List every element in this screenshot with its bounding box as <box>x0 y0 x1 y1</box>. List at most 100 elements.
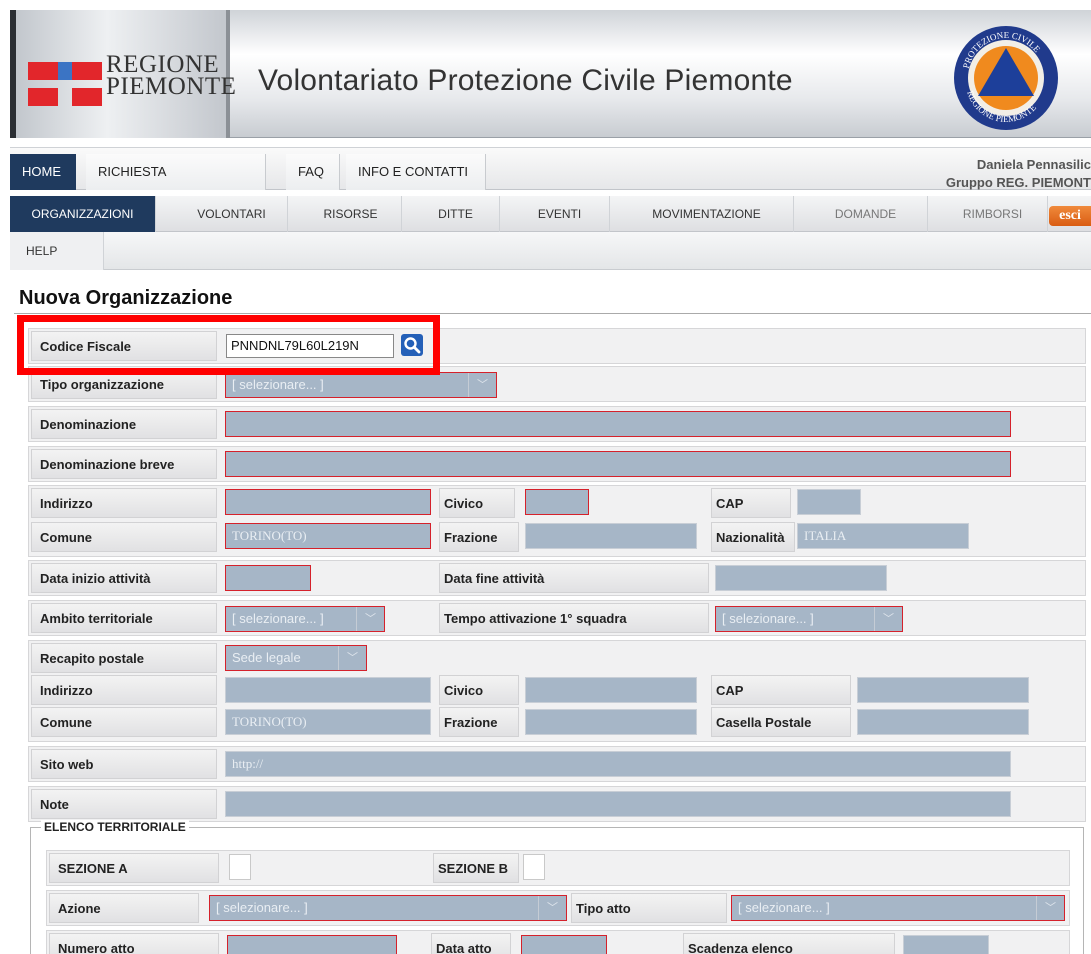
row-azione: Azione [ selezionare... ] ﹀ Tipo atto [ … <box>46 890 1070 926</box>
nav-info-contatti[interactable]: INFO E CONTATTI <box>346 154 486 190</box>
data-inizio-input[interactable] <box>225 565 311 591</box>
nav-help[interactable]: HELP <box>10 232 104 270</box>
row-recapito: Recapito postale Sede legale ﹀ Indirizzo… <box>28 640 1086 742</box>
nav-faq[interactable]: FAQ <box>286 154 340 190</box>
recapito-postale-label: Recapito postale <box>31 643 217 673</box>
sezione-a-label: SEZIONE A <box>49 853 219 883</box>
nav-home[interactable]: HOME <box>10 154 76 190</box>
recapito-postale-value: Sede legale <box>232 650 301 665</box>
nav-organizzazioni[interactable]: ORGANIZZAZIONI <box>10 196 156 232</box>
user-group: Gruppo REG. PIEMONT <box>945 175 1091 190</box>
denominazione-label: Denominazione <box>31 409 217 439</box>
chevron-down-icon: ﹀ <box>874 607 902 631</box>
data-atto-input[interactable] <box>521 935 607 954</box>
data-fine-input[interactable] <box>715 565 887 591</box>
nazionalita-label: Nazionalità <box>711 522 795 552</box>
recapito-frazione-input[interactable] <box>525 709 697 735</box>
recapito-civico-input[interactable] <box>525 677 697 703</box>
row-date: Data inizio attività Data fine attività <box>28 560 1086 596</box>
site-title: Volontariato Protezione Civile Piemonte <box>258 64 793 97</box>
region-name: REGIONE PIEMONTE <box>106 51 237 100</box>
piemonte-flag-icon <box>28 62 102 106</box>
nav-domande[interactable]: DOMANDE <box>804 196 928 232</box>
nav-movimentazione[interactable]: MOVIMENTAZIONE <box>620 196 794 232</box>
note-label: Note <box>31 789 217 819</box>
frazione-label: Frazione <box>439 522 519 552</box>
nazionalita-input[interactable]: ITALIA <box>797 523 969 549</box>
scadenza-elenco-input[interactable] <box>903 935 989 954</box>
page: REGIONE PIEMONTE Volontariato Protezione… <box>0 0 1091 954</box>
row-denominazione: Denominazione <box>28 406 1086 442</box>
recapito-indirizzo-input[interactable] <box>225 677 431 703</box>
comune-label: Comune <box>31 522 217 552</box>
denominazione-input[interactable] <box>225 411 1011 437</box>
tipo-atto-select[interactable]: [ selezionare... ] ﹀ <box>731 895 1065 921</box>
row-numero-atto: Numero atto Data atto Scadenza elenco <box>46 930 1070 954</box>
row-sede: Indirizzo Civico CAP Comune TORINO(TO) F… <box>28 485 1086 557</box>
nav-risorse[interactable]: RISORSE <box>300 196 402 232</box>
highlight-box <box>17 315 440 375</box>
azione-label: Azione <box>49 893 199 923</box>
ambito-territoriale-label: Ambito territoriale <box>31 603 217 633</box>
data-atto-label: Data atto <box>431 933 511 954</box>
indirizzo-input[interactable] <box>225 489 431 515</box>
elenco-territoriale-legend: ELENCO TERRITORIALE <box>41 820 189 834</box>
data-inizio-label: Data inizio attività <box>31 563 217 593</box>
user-name: Daniela Pennasilic <box>976 157 1091 172</box>
civil-protection-emblem-icon: PROTEZIONE CIVILE REGIONE PIEMONTE <box>954 26 1058 130</box>
chevron-down-icon: ﹀ <box>1036 896 1064 920</box>
denominazione-breve-input[interactable] <box>225 451 1011 477</box>
top-nav: HOME RICHIESTA CREDENZIALI FAQ INFO E CO… <box>10 147 1091 215</box>
note-input[interactable] <box>225 791 1011 817</box>
recapito-frazione-label: Frazione <box>439 707 519 737</box>
recapito-cap-label: CAP <box>711 675 851 705</box>
main-nav: ORGANIZZAZIONI VOLONTARI RISORSE DITTE E… <box>10 196 1091 232</box>
help-nav: HELP <box>10 232 1091 270</box>
page-title: Nuova Organizzazione <box>19 287 233 309</box>
azione-value: [ selezionare... ] <box>216 900 308 915</box>
chevron-down-icon: ﹀ <box>338 646 366 670</box>
numero-atto-input[interactable] <box>227 935 397 954</box>
row-denominazione-breve: Denominazione breve <box>28 446 1086 482</box>
title-divider <box>14 313 1091 314</box>
regione-logo[interactable]: REGIONE PIEMONTE <box>10 10 236 138</box>
recapito-postale-select[interactable]: Sede legale ﹀ <box>225 645 367 671</box>
frazione-input[interactable] <box>525 523 697 549</box>
ambito-territoriale-select[interactable]: [ selezionare... ] ﹀ <box>225 606 385 632</box>
recapito-cap-input[interactable] <box>857 677 1029 703</box>
nav-rimborsi[interactable]: RIMBORSI <box>938 196 1048 232</box>
recapito-indirizzo-label: Indirizzo <box>31 675 217 705</box>
row-note: Note <box>28 786 1086 822</box>
chevron-down-icon: ﹀ <box>468 373 496 397</box>
casella-postale-input[interactable] <box>857 709 1029 735</box>
numero-atto-label: Numero atto <box>49 933 219 954</box>
logout-button[interactable]: esci <box>1049 206 1091 226</box>
ambito-territoriale-value: [ selezionare... ] <box>232 611 324 626</box>
tipo-atto-value: [ selezionare... ] <box>738 900 830 915</box>
tempo-attivazione-select[interactable]: [ selezionare... ] ﹀ <box>715 606 903 632</box>
row-ambito: Ambito territoriale [ selezionare... ] ﹀… <box>28 600 1086 636</box>
cap-input[interactable] <box>797 489 861 515</box>
cap-label: CAP <box>711 488 791 518</box>
sito-web-label: Sito web <box>31 749 217 779</box>
sezione-a-checkbox[interactable] <box>229 854 251 880</box>
tipo-organizzazione-select[interactable]: [ selezionare... ] ﹀ <box>225 372 497 398</box>
civico-input[interactable] <box>525 489 589 515</box>
tipo-organizzazione-value: [ selezionare... ] <box>232 377 324 392</box>
sezione-b-checkbox[interactable] <box>523 854 545 880</box>
recapito-civico-label: Civico <box>439 675 519 705</box>
chevron-down-icon: ﹀ <box>538 896 566 920</box>
tipo-atto-label: Tipo atto <box>571 893 727 923</box>
azione-select[interactable]: [ selezionare... ] ﹀ <box>209 895 567 921</box>
civico-label: Civico <box>439 488 515 518</box>
recapito-comune-input[interactable]: TORINO(TO) <box>225 709 431 735</box>
nav-richiesta-credenziali[interactable]: RICHIESTA CREDENZIALI <box>86 154 266 215</box>
nav-eventi[interactable]: EVENTI <box>510 196 610 232</box>
tempo-attivazione-value: [ selezionare... ] <box>722 611 814 626</box>
sito-web-input[interactable]: http:// <box>225 751 1011 777</box>
nav-ditte[interactable]: DITTE <box>412 196 500 232</box>
indirizzo-label: Indirizzo <box>31 488 217 518</box>
nav-volontari[interactable]: VOLONTARI <box>176 196 288 232</box>
comune-input[interactable]: TORINO(TO) <box>225 523 431 549</box>
user-info: Daniela Pennasilic Gruppo REG. PIEMONT <box>946 156 1091 192</box>
